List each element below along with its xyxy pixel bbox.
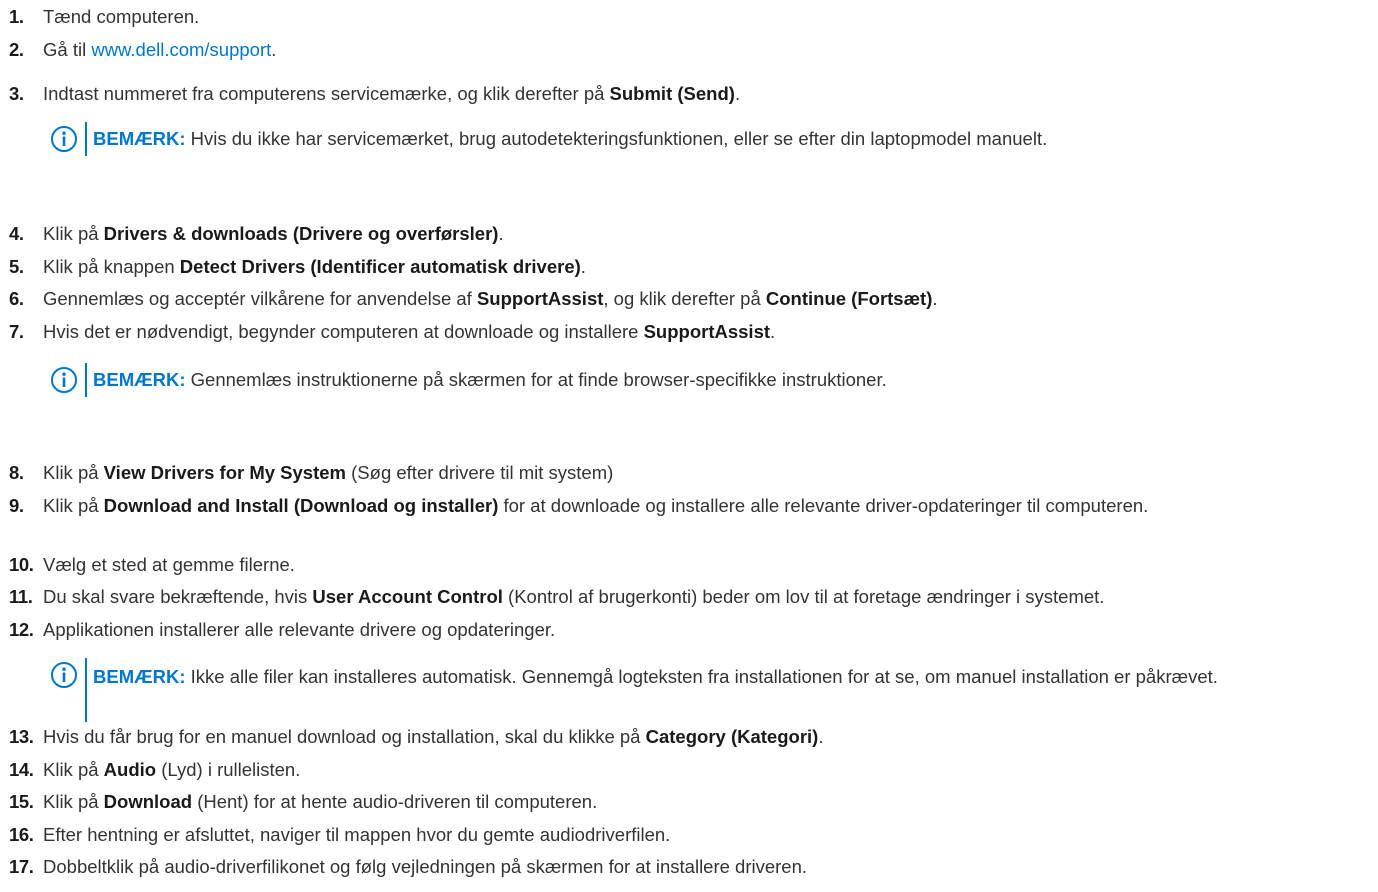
step-text: Dobbeltklik på audio-driverfilikonet og … — [43, 856, 808, 877]
note-divider — [85, 363, 87, 397]
note-text: BEMÆRK: Ikke alle filer kan installeres … — [93, 666, 1218, 687]
info-icon — [51, 662, 77, 688]
step-text: Hvis det er nødvendigt, begynder compute… — [43, 321, 776, 342]
step-number: 2. — [9, 39, 24, 60]
step-number: 15. — [9, 791, 34, 812]
step-text: Klik på Download and Install (Download o… — [43, 495, 1149, 516]
step-text: Indtast nummeret fra computerens service… — [43, 83, 741, 104]
step-text: Klik på View Drivers for My System (Søg … — [43, 462, 614, 483]
step-number: 1. — [9, 6, 24, 27]
step-text: Vælg et sted at gemme filerne. — [43, 554, 295, 575]
step-number: 8. — [9, 462, 24, 483]
note-label: BEMÆRK: — [93, 369, 186, 390]
step-text: Klik på Audio (Lyd) i rullelisten. — [43, 759, 301, 780]
step-text: Klik på Drivers & downloads (Drivere og … — [43, 223, 504, 244]
step-number: 9. — [9, 495, 24, 516]
step-text: Tænd computeren. — [43, 6, 200, 27]
note-divider — [85, 122, 87, 156]
step-text: Du skal svare bekræftende, hvis User Acc… — [43, 586, 1105, 607]
note-text: BEMÆRK: Gennemlæs instruktionerne på skæ… — [93, 369, 887, 390]
note-text: BEMÆRK: Hvis du ikke har servicemærket, … — [93, 128, 1048, 149]
info-icon — [51, 367, 77, 393]
info-icon — [51, 126, 77, 152]
step-text: Klik på knappen Detect Drivers (Identifi… — [43, 256, 586, 277]
step-number: 3. — [9, 83, 24, 104]
step-number: 13. — [9, 726, 34, 747]
step-text: Gennemlæs og acceptér vilkårene for anve… — [43, 288, 938, 309]
step-text: Klik på Download (Hent) for at hente aud… — [43, 791, 598, 812]
step-number: 16. — [9, 824, 34, 845]
note-label: BEMÆRK: — [93, 666, 186, 687]
step-number: 10. — [9, 554, 34, 575]
note-divider — [85, 658, 87, 722]
step-text: Gå til www.dell.com/support. — [43, 39, 277, 60]
step-number: 4. — [9, 223, 24, 244]
step-number: 12. — [9, 619, 34, 640]
note-label: BEMÆRK: — [93, 128, 186, 149]
step-number: 11. — [9, 586, 33, 607]
step-number: 7. — [9, 321, 24, 342]
step-number: 6. — [9, 288, 24, 309]
step-text: Efter hentning er afsluttet, naviger til… — [43, 824, 671, 845]
dell-support-link[interactable]: www.dell.com/support — [91, 39, 271, 60]
step-number: 5. — [9, 256, 24, 277]
step-text: Hvis du får brug for en manuel download … — [43, 726, 824, 747]
step-text: Applikationen installerer alle relevante… — [43, 619, 556, 640]
step-number: 17. — [9, 856, 34, 877]
step-number: 14. — [9, 759, 34, 780]
